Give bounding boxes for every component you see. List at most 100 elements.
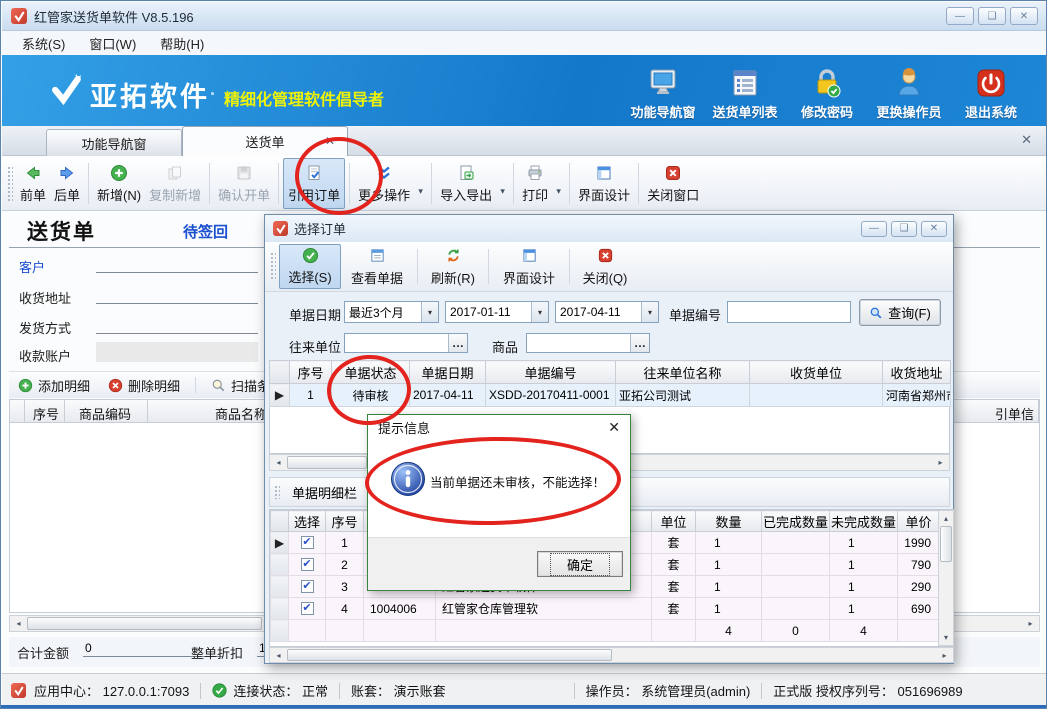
refresh-icon	[445, 246, 462, 265]
billno-input[interactable]	[727, 301, 851, 323]
menu-window[interactable]: 窗口(W)	[77, 31, 148, 56]
print-button[interactable]: 打印	[518, 158, 552, 209]
col-partner[interactable]: 往来单位名称	[616, 361, 750, 384]
col-select[interactable]: 选择	[289, 511, 326, 532]
col-bianma[interactable]: 商品编码	[79, 404, 131, 423]
query-button[interactable]: 查询(F)	[859, 299, 941, 326]
scroll-thumb[interactable]	[287, 456, 367, 469]
date-to-select[interactable]: 2017-04-11▾	[555, 301, 659, 323]
import-export-button[interactable]: 导入导出	[436, 158, 496, 209]
chevron-down-icon[interactable]: ▾	[531, 302, 548, 322]
dialog-maximize-button[interactable]: ❑	[891, 221, 917, 237]
col-yindan[interactable]: 引单信	[995, 404, 1034, 423]
menu-help[interactable]: 帮助(H)	[148, 31, 216, 56]
details-vertical-scrollbar[interactable]: ▴ ▾	[938, 510, 954, 646]
add-icon	[18, 378, 33, 393]
date-from-select[interactable]: 2017-01-11▾	[445, 301, 549, 323]
dialog-close-button[interactable]: ✕	[921, 221, 947, 237]
minimize-button[interactable]: —	[946, 7, 974, 25]
scroll-down-icon[interactable]: ▾	[939, 630, 953, 645]
brand-dot: ·	[210, 84, 216, 105]
ui-design-button[interactable]: 界面设计	[574, 158, 634, 209]
checkbox-checked[interactable]	[301, 602, 314, 615]
new-doc-button[interactable]: 新增(N)	[93, 158, 145, 209]
tabstrip-close-icon[interactable]: ✕	[1021, 132, 1032, 148]
ship-address-input[interactable]	[96, 286, 258, 304]
order-row[interactable]: ▶ 1 待审核 2017-04-11 XSDD-20170411-0001 亚拓…	[270, 384, 951, 407]
col-xuhao[interactable]: 序号	[326, 511, 364, 532]
refresh-button[interactable]: 刷新(R)	[422, 244, 484, 289]
doc-status: 待签回	[183, 221, 228, 242]
dialog-minimize-button[interactable]: —	[861, 221, 887, 237]
ok-button[interactable]: 确定	[537, 551, 623, 577]
checkbox-checked[interactable]	[301, 536, 314, 549]
dropdown-caret-icon[interactable]: ▾	[414, 170, 427, 197]
partner-input[interactable]: …	[344, 333, 468, 353]
brand-name: 亚拓软件	[90, 75, 210, 114]
close-window-button[interactable]: 关闭窗口	[643, 158, 703, 209]
scroll-right-icon[interactable]: ▸	[1022, 616, 1039, 631]
chevron-down-icon[interactable]: ▾	[641, 302, 658, 322]
view-doc-button[interactable]: 查看单据	[341, 244, 413, 289]
select-button[interactable]: 选择(S)	[279, 244, 341, 289]
col-date[interactable]: 单据日期	[410, 361, 486, 384]
col-undone[interactable]: 未完成数量	[830, 511, 898, 532]
detail-row[interactable]: 4 1004006 红管家仓库管理软 套 1 1 690	[271, 598, 940, 620]
scroll-left-icon[interactable]: ◂	[10, 616, 27, 631]
scroll-thumb[interactable]	[287, 649, 612, 661]
checkbox-checked[interactable]	[301, 580, 314, 593]
switch-operator-button[interactable]: 更换操作员	[868, 62, 950, 121]
scroll-left-icon[interactable]: ◂	[270, 455, 287, 470]
dialog-close-window-button[interactable]: 关闭(Q)	[574, 244, 636, 289]
detail-tab-label[interactable]: 单据明细栏	[292, 483, 357, 502]
tab-close-icon[interactable]: ✕	[325, 134, 335, 148]
ellipsis-button[interactable]: …	[448, 334, 467, 352]
search-icon	[869, 306, 883, 320]
tab-nav-window[interactable]: 功能导航窗	[46, 129, 182, 156]
col-address[interactable]: 收货地址	[883, 361, 951, 384]
scroll-right-icon[interactable]: ▸	[936, 648, 953, 662]
ship-method-input[interactable]	[96, 316, 258, 334]
col-xuhao[interactable]: 序号	[33, 404, 59, 423]
col-done[interactable]: 已完成数量	[762, 511, 830, 532]
payment-account-input[interactable]	[96, 342, 258, 362]
ellipsis-button[interactable]: …	[630, 334, 649, 352]
delivery-list-button[interactable]: 送货单列表	[704, 62, 786, 121]
col-mingcheng[interactable]: 商品名称	[215, 404, 267, 423]
details-horizontal-scrollbar[interactable]: ◂ ▸	[269, 647, 954, 663]
more-actions-button[interactable]: 更多操作	[354, 158, 414, 209]
checkbox-checked[interactable]	[301, 558, 314, 571]
maximize-button[interactable]: ❑	[978, 7, 1006, 25]
message-box-close-icon[interactable]: ✕	[608, 419, 620, 436]
dropdown-caret-icon[interactable]: ▾	[552, 170, 565, 197]
col-billno[interactable]: 单据编号	[486, 361, 616, 384]
product-input[interactable]: …	[526, 333, 650, 353]
col-unit[interactable]: 单位	[652, 511, 696, 532]
remove-detail-button[interactable]: 删除明细	[99, 372, 189, 398]
reference-order-button[interactable]: 引用订单	[283, 158, 345, 209]
chevron-down-icon[interactable]: ▾	[421, 302, 438, 322]
dialog-ui-design-button[interactable]: 界面设计	[493, 244, 565, 289]
scroll-right-icon[interactable]: ▸	[932, 455, 949, 470]
next-doc-button[interactable]: 后单	[50, 158, 84, 209]
dropdown-caret-icon[interactable]: ▾	[496, 170, 509, 197]
add-detail-button[interactable]: 添加明细	[9, 372, 99, 398]
scroll-up-icon[interactable]: ▴	[939, 511, 953, 526]
col-receiver[interactable]: 收货单位	[750, 361, 883, 384]
scroll-left-icon[interactable]: ◂	[270, 648, 287, 662]
col-qty[interactable]: 数量	[696, 511, 762, 532]
date-range-select[interactable]: 最近3个月▾	[344, 301, 439, 323]
close-button[interactable]: ✕	[1010, 7, 1038, 25]
nav-window-button[interactable]: 功能导航窗	[622, 62, 704, 121]
prev-doc-button[interactable]: 前单	[16, 158, 50, 209]
menu-system[interactable]: 系统(S)	[10, 31, 77, 56]
col-price[interactable]: 单价	[898, 511, 940, 532]
change-password-button[interactable]: 修改密码	[786, 62, 868, 121]
scroll-thumb[interactable]	[940, 526, 952, 562]
scroll-thumb[interactable]	[27, 617, 262, 630]
customer-input[interactable]	[96, 255, 258, 273]
tab-delivery-order[interactable]: 送货单 ✕	[182, 126, 348, 156]
col-status[interactable]: 单据状态	[332, 361, 410, 384]
col-xuhao[interactable]: 序号	[290, 361, 332, 384]
exit-system-button[interactable]: 退出系统	[950, 62, 1032, 121]
